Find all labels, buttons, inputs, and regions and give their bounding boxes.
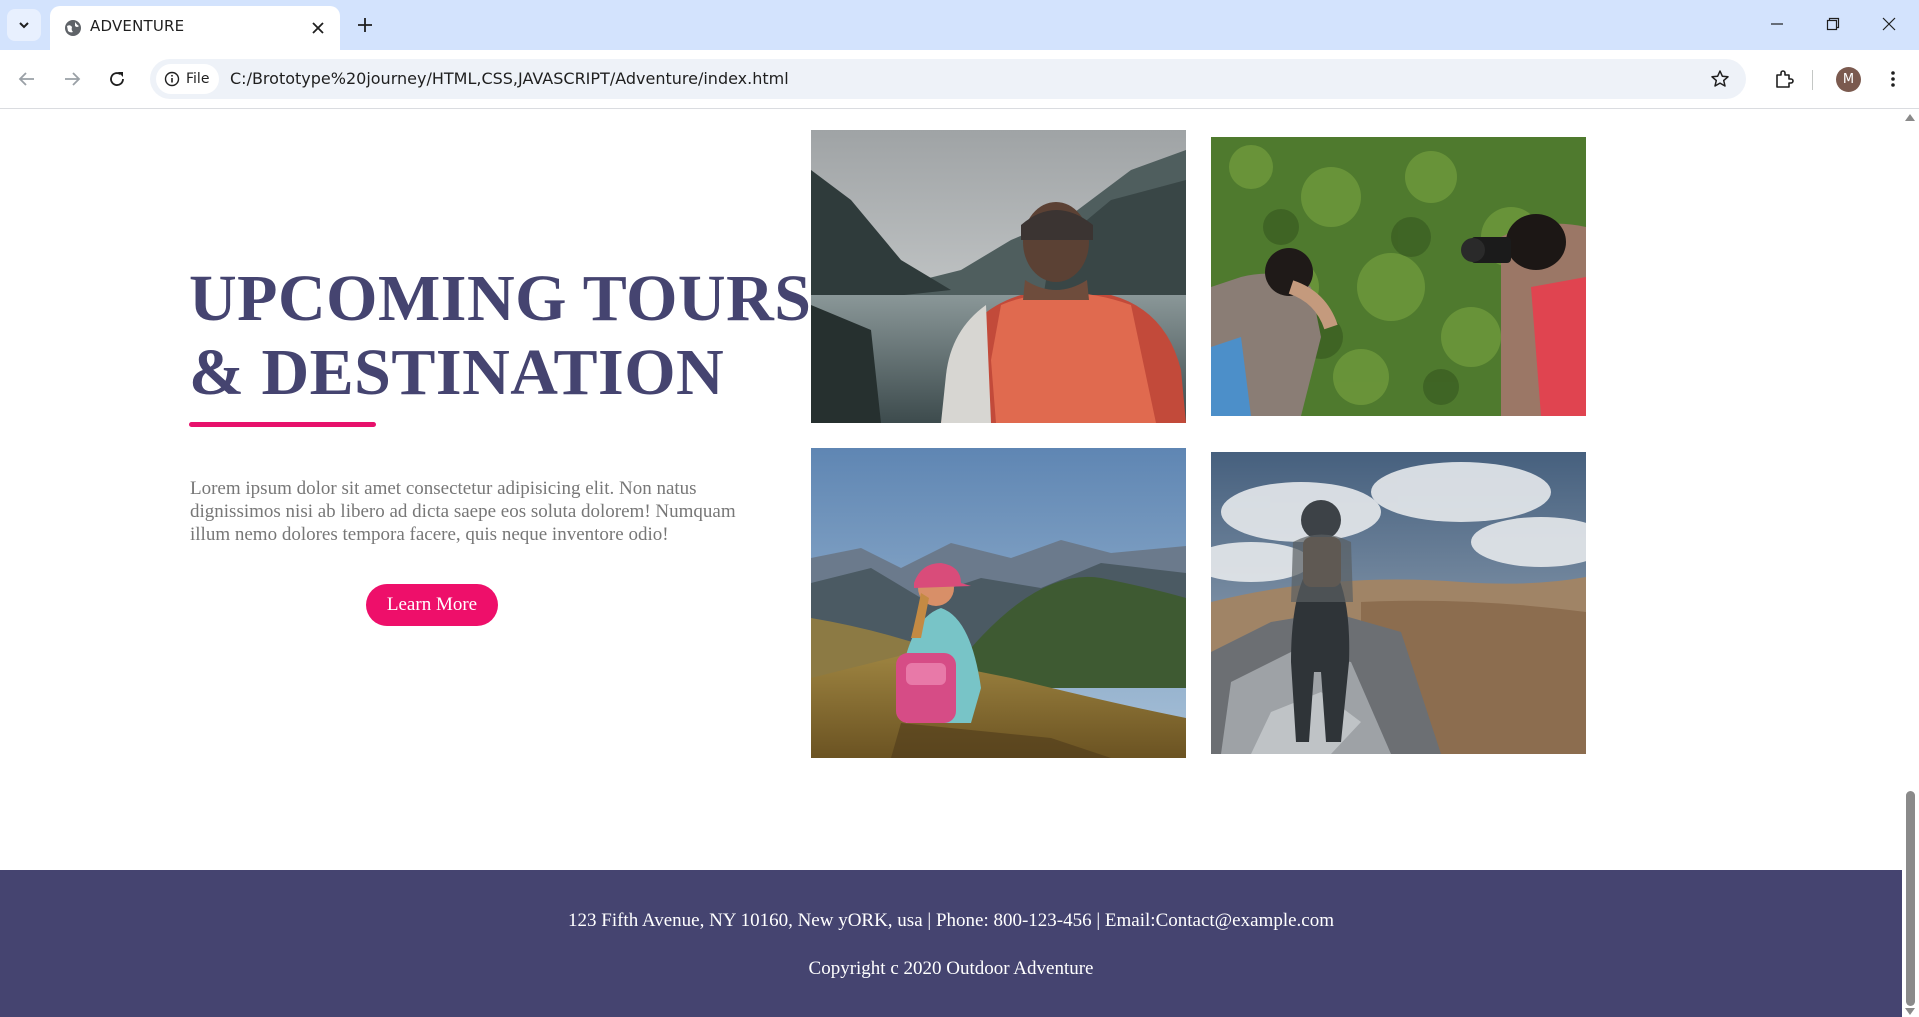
browser-menu-button[interactable]	[1878, 61, 1908, 97]
site-footer: 123 Fifth Avenue, NY 10160, New yORK, us…	[0, 870, 1902, 1017]
rocky-trail-photo	[1211, 452, 1586, 754]
back-button[interactable]	[9, 61, 45, 97]
site-info-chip[interactable]: File	[156, 64, 220, 94]
heading-line-2: & DESTINATION	[189, 336, 725, 409]
minimize-button[interactable]	[1754, 5, 1800, 43]
browser-toolbar: File C:/Brototype%20journey/HTML,CSS,JAV…	[0, 50, 1919, 109]
arrow-right-icon	[65, 72, 81, 86]
restore-button[interactable]	[1810, 5, 1856, 43]
lake-hiker-photo	[811, 130, 1186, 423]
heading-line-1: UPCOMING TOURS	[189, 262, 812, 335]
close-icon	[1882, 17, 1896, 31]
globe-icon	[65, 20, 81, 36]
new-tab-button[interactable]	[351, 11, 379, 39]
page-viewport: UPCOMING TOURS & DESTINATION Lorem ipsum…	[0, 109, 1902, 1017]
section-heading: UPCOMING TOURS & DESTINATION	[189, 262, 811, 410]
forward-button[interactable]	[54, 61, 90, 97]
close-icon	[312, 22, 324, 34]
reload-icon	[110, 72, 124, 86]
photographers-photo	[1211, 137, 1586, 416]
arrow-left-icon	[18, 72, 34, 86]
heading-underline	[189, 422, 376, 427]
tab-strip: ADVENTURE	[0, 0, 1919, 50]
extensions-button[interactable]	[1766, 61, 1802, 97]
scroll-up-arrow-icon[interactable]	[1905, 114, 1915, 121]
learn-more-button[interactable]: Learn More	[366, 584, 498, 626]
page-scrollbar[interactable]	[1902, 109, 1919, 1017]
star-icon	[1711, 70, 1729, 87]
profile-avatar[interactable]: M	[1836, 67, 1861, 92]
tab-search-button[interactable]	[7, 9, 41, 41]
chip-label: File	[186, 71, 210, 87]
section-paragraph: Lorem ipsum dolor sit amet consectetur a…	[190, 478, 736, 545]
scroll-down-arrow-icon[interactable]	[1905, 1008, 1915, 1015]
restore-icon	[1826, 17, 1840, 31]
footer-contact: 123 Fifth Avenue, NY 10160, New yORK, us…	[568, 910, 1334, 931]
close-tab-button[interactable]	[308, 18, 328, 38]
puzzle-icon	[1776, 70, 1794, 88]
close-window-button[interactable]	[1866, 5, 1912, 43]
info-icon	[164, 71, 180, 87]
plus-icon	[358, 18, 372, 32]
footer-copyright: Copyright c 2020 Outdoor Adventure	[808, 958, 1094, 979]
kebab-menu-icon	[1891, 71, 1895, 87]
bookmark-button[interactable]	[1708, 67, 1732, 91]
chevron-down-icon	[19, 22, 29, 29]
address-bar[interactable]: File C:/Brototype%20journey/HTML,CSS,JAV…	[150, 59, 1746, 99]
url-text[interactable]: C:/Brototype%20journey/HTML,CSS,JAVASCRI…	[230, 69, 789, 88]
reload-button[interactable]	[99, 61, 135, 97]
toolbar-divider	[1812, 70, 1813, 90]
active-tab[interactable]: ADVENTURE	[50, 6, 340, 50]
scrollbar-thumb[interactable]	[1906, 791, 1915, 1006]
girl-mountains-photo	[811, 448, 1186, 758]
tab-title: ADVENTURE	[90, 17, 185, 35]
minimize-icon	[1771, 23, 1783, 25]
